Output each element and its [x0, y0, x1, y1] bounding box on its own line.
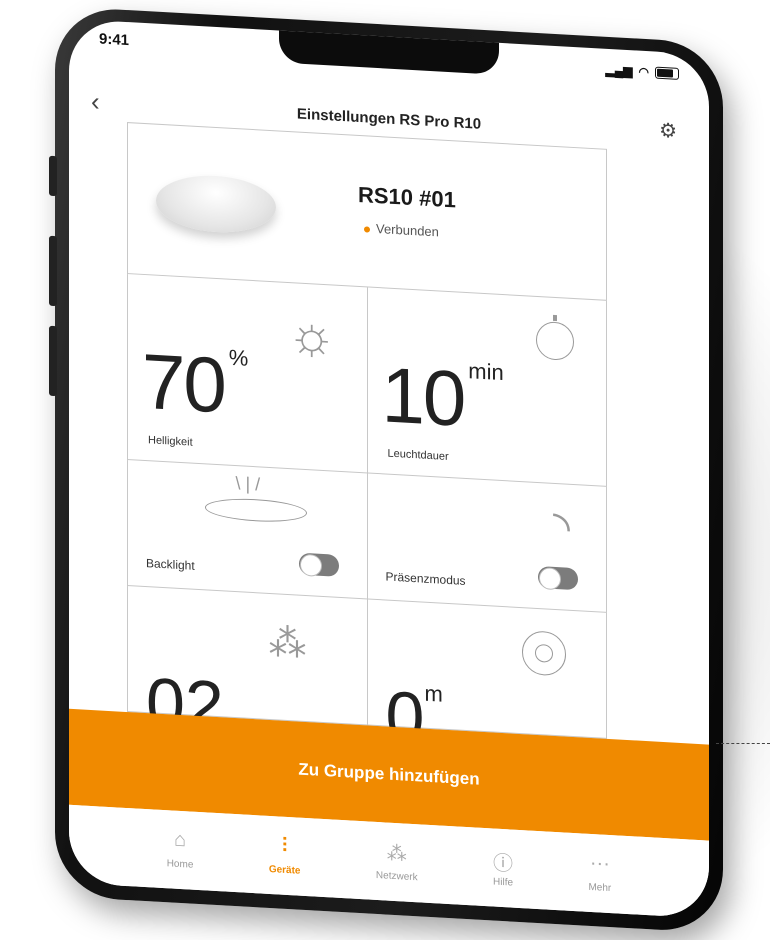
- status-time: 9:41: [99, 30, 130, 50]
- range-target-icon: [522, 630, 566, 677]
- battery-icon: [655, 66, 679, 80]
- status-dot-icon: [364, 225, 370, 233]
- sun-icon: ☼: [287, 303, 337, 367]
- network-nodes-icon: ⁂: [268, 621, 307, 667]
- range-unit: m: [424, 680, 443, 707]
- tab-help[interactable]: ⓘ Hilfe: [493, 828, 513, 918]
- backlight-toggle[interactable]: [298, 552, 339, 577]
- duration-label: Leuchtdauer: [387, 447, 449, 464]
- volume-down-button: [49, 325, 57, 397]
- more-icon: ···: [589, 851, 610, 876]
- volume-up-button: [49, 235, 57, 307]
- settings-grid: RS10 #01 Verbunden ☼ 70% Helligkeit 10 mi…: [127, 122, 607, 757]
- page-title: Einstellungen RS Pro R10: [296, 105, 482, 133]
- lamp-image: [156, 172, 276, 236]
- presence-toggle[interactable]: [538, 566, 578, 591]
- brightness-unit: %: [228, 344, 249, 371]
- tab-home[interactable]: ⌂ Home: [167, 810, 194, 901]
- device-card: RS10 #01 Verbunden: [127, 122, 607, 301]
- brightness-value-display: 70%: [142, 337, 249, 430]
- back-chevron-icon[interactable]: ‹: [91, 86, 100, 117]
- toggle-knob: [299, 553, 322, 577]
- stopwatch-icon: [536, 320, 574, 362]
- phone-device: 9:41 ▂▄▆ ◠ ‹ Einstellungen RS Pro R10 ⚙ …: [49, 6, 723, 934]
- tab-more-label: Mehr: [588, 881, 612, 895]
- backlight-label: Backlight: [146, 556, 195, 573]
- tile-row-1: ☼ 70% Helligkeit 10 min Leuchtdauer: [127, 274, 607, 487]
- gear-icon[interactable]: ⚙: [659, 118, 677, 144]
- brightness-tile[interactable]: ☼ 70% Helligkeit: [127, 274, 368, 474]
- device-name: RS10 #01: [358, 181, 456, 213]
- connection-status-text: Verbunden: [376, 220, 439, 240]
- tab-devices[interactable]: ⫶ Geräte: [269, 816, 301, 908]
- duration-value: 10: [381, 350, 465, 443]
- connection-status: Verbunden: [364, 220, 439, 239]
- home-icon: ⌂: [174, 828, 187, 852]
- tab-network-label: Netzwerk: [375, 869, 418, 884]
- presence-tile: ◝ Präsenzmodus: [367, 473, 607, 613]
- network-tile[interactable]: ⁂ 02: [127, 586, 368, 745]
- signal-icon: ▂▄▆: [605, 62, 633, 79]
- brightness-value: 70: [142, 336, 225, 430]
- duration-unit: min: [468, 358, 504, 386]
- presence-waves-icon: ◝: [552, 502, 570, 553]
- network-icon: ⁂: [386, 842, 407, 866]
- devices-icon: ⫶: [282, 834, 288, 857]
- tab-devices-label: Geräte: [268, 863, 301, 877]
- tab-help-label: Hilfe: [493, 876, 514, 889]
- status-icons: ▂▄▆ ◠: [606, 59, 679, 85]
- toggle-knob: [539, 567, 561, 591]
- presence-label: Präsenzmodus: [385, 569, 466, 588]
- backlight-lamp-icon: [204, 496, 307, 525]
- help-icon: ⓘ: [493, 852, 514, 876]
- brightness-label: Helligkeit: [148, 434, 193, 449]
- wifi-icon: ◠: [638, 64, 649, 80]
- range-tile[interactable]: 0m: [367, 599, 607, 757]
- tab-home-label: Home: [166, 858, 194, 871]
- duration-value-display: 10 min: [382, 350, 504, 443]
- duration-tile[interactable]: 10 min Leuchtdauer: [367, 287, 607, 487]
- callout-line: [716, 743, 770, 744]
- phone-screen: 9:41 ▂▄▆ ◠ ‹ Einstellungen RS Pro R10 ⚙ …: [69, 18, 709, 919]
- backlight-tile: Backlight: [127, 460, 368, 600]
- tab-more[interactable]: ··· Mehr: [588, 834, 611, 919]
- mute-switch: [49, 155, 57, 197]
